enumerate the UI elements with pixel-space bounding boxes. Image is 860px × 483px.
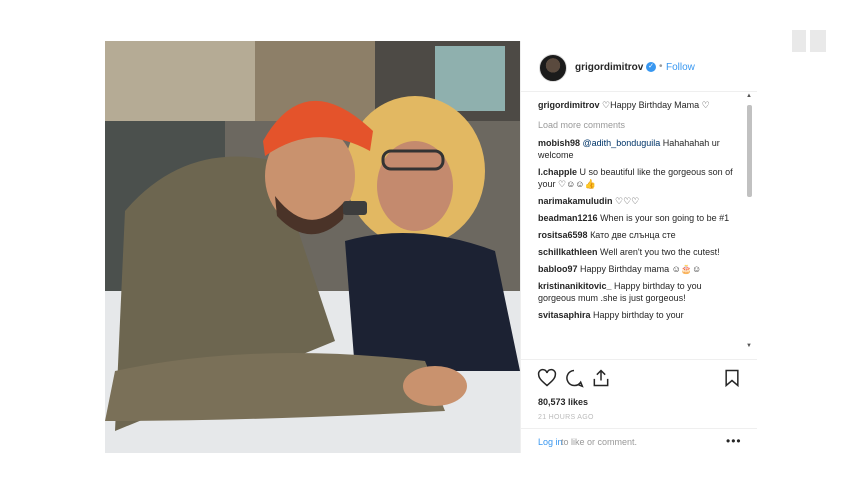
scroll-up-icon[interactable]: ▲ [746,93,752,99]
comment-item: narimakamuludin ♡♡♡ [538,195,740,207]
caption: grigordimitrov ♡Happy Birthday Mama ♡ [538,99,740,111]
post-header: grigordimitrov ✓ • Follow [521,41,757,92]
comment-mention[interactable]: @adith_bonduguila [583,138,661,148]
comment-username[interactable]: mobish98 [538,138,580,148]
post-timestamp: 21 HOURS AGO [538,414,594,421]
verified-badge-icon: ✓ [646,62,656,72]
comment-username[interactable]: beadman1216 [538,213,598,223]
comment-item: rositsa6598 Като две слънца сте [538,229,740,241]
comment-text: Happy birthday to your [593,310,684,320]
login-row: Log in to like or comment. ••• [521,428,757,455]
login-prompt-text: to like or comment. [561,437,638,447]
comment-icon[interactable] [564,368,584,388]
comments-scrollbar[interactable]: ▲ ▼ [746,93,752,354]
caption-text: ♡Happy Birthday Mama ♡ [602,100,710,110]
comments-list[interactable]: grigordimitrov ♡Happy Birthday Mama ♡ Lo… [538,99,740,347]
login-link[interactable]: Log in [538,437,563,447]
header-username[interactable]: grigordimitrov [575,62,643,73]
follow-button[interactable]: Follow [666,62,695,73]
scroll-down-icon[interactable]: ▼ [746,343,752,349]
likes-count[interactable]: 80,573 likes [538,397,588,407]
comment-text: Well aren't you two the cutest! [600,247,720,257]
caption-username[interactable]: grigordimitrov [538,100,600,110]
more-options-icon[interactable]: ••• [726,434,742,448]
comment-username[interactable]: narimakamuludin [538,196,613,206]
post-actions: 80,573 likes 21 HOURS AGO Log in to like… [521,359,757,454]
post-side-panel: grigordimitrov ✓ • Follow grigordimitrov… [520,41,757,453]
load-more-comments-button[interactable]: Load more comments [538,119,740,131]
comment-text: Happy Birthday mama ☺🎂☺ [580,264,702,274]
comment-item: kristinanikitovic_ Happy birthday to you… [538,280,740,304]
photo-illustration [105,41,520,453]
comment-username[interactable]: kristinanikitovic_ [538,281,612,291]
watermark-logo [792,30,826,52]
heart-icon[interactable] [537,368,557,388]
comment-username[interactable]: schillkathleen [538,247,598,257]
comment-item: svitasaphira Happy birthday to your [538,309,740,321]
separator-dot: • [659,61,663,72]
share-icon[interactable] [591,368,611,388]
comment-username[interactable]: rositsa6598 [538,230,588,240]
comment-username[interactable]: babloo97 [538,264,578,274]
comment-item: babloo97 Happy Birthday mama ☺🎂☺ [538,263,740,275]
post-photo[interactable]: › [105,41,520,453]
comment-username[interactable]: svitasaphira [538,310,591,320]
comment-item: schillkathleen Well aren't you two the c… [538,246,740,258]
comment-item: mobish98 @adith_bonduguila Hahahahah ur … [538,137,740,161]
scrollbar-thumb[interactable] [747,105,752,197]
comment-text: ♡♡♡ [615,196,640,206]
avatar[interactable] [539,54,567,82]
comment-text: Като две слънца сте [590,230,676,240]
comment-item: beadman1216 When is your son going to be… [538,212,740,224]
comment-item: l.chapple U so beautiful like the gorgeo… [538,166,740,190]
comment-text: When is your son going to be #1 [600,213,730,223]
comment-username[interactable]: l.chapple [538,167,577,177]
bookmark-icon[interactable] [722,368,742,388]
